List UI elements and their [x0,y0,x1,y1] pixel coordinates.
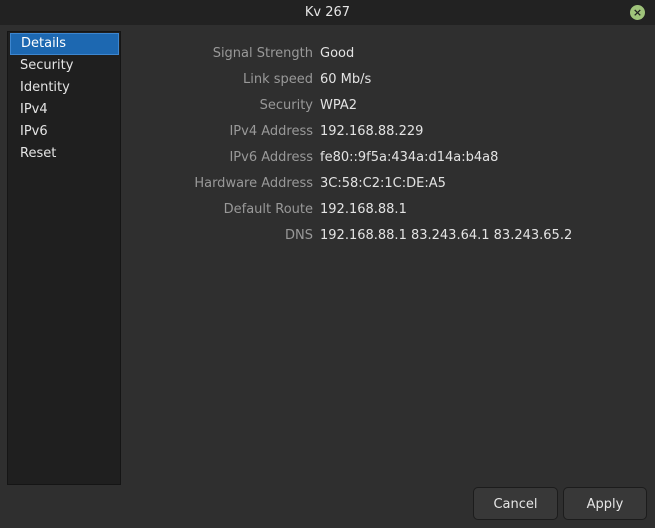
title-bar: Kv 267 × [0,0,655,25]
sidebar-item-ipv4[interactable]: IPv4 [8,99,120,121]
cancel-button[interactable]: Cancel [473,487,558,520]
close-icon[interactable]: × [630,5,645,20]
dns-label: DNS [285,227,313,243]
detail-row-signal-strength: Signal Strength Good [130,40,645,66]
signal-strength-value: Good [320,45,355,61]
link-speed-label: Link speed [242,71,313,87]
sidebar-item-security[interactable]: Security [8,55,120,77]
sidebar-item-reset[interactable]: Reset [8,143,120,165]
settings-sidebar: Details Security Identity IPv4 IPv6 Rese… [7,31,121,485]
hardware-address-value: 3C:58:C2:1C:DE:A5 [320,175,446,191]
hardware-address-label: Hardware Address [194,175,313,191]
window-title: Kv 267 [304,5,351,20]
ipv6-address-value: fe80::9f5a:434a:d14a:b4a8 [320,149,499,165]
security-value: WPA2 [320,97,358,113]
network-settings-dialog: Kv 267 × Details Security Identity IPv4 … [0,0,655,528]
sidebar-item-identity[interactable]: Identity [8,77,120,99]
signal-strength-label: Signal Strength [212,45,313,61]
detail-row-ipv6-address: IPv6 Address fe80::9f5a:434a:d14a:b4a8 [130,144,645,170]
detail-row-ipv4-address: IPv4 Address 192.168.88.229 [130,118,645,144]
ipv4-address-label: IPv4 Address [229,123,313,139]
detail-row-default-route: Default Route 192.168.88.1 [130,196,645,222]
sidebar-item-ipv6[interactable]: IPv6 [8,121,120,143]
security-label: Security [259,97,313,113]
link-speed-value: 60 Mb/s [320,71,372,87]
detail-row-hardware-address: Hardware Address 3C:58:C2:1C:DE:A5 [130,170,645,196]
ipv6-address-label: IPv6 Address [229,149,313,165]
default-route-label: Default Route [223,201,313,217]
ipv4-address-value: 192.168.88.229 [320,123,424,139]
sidebar-item-details[interactable]: Details [10,33,119,55]
dns-value: 192.168.88.1 83.243.64.1 83.243.65.2 [320,227,573,243]
detail-row-security: Security WPA2 [130,92,645,118]
detail-row-dns: DNS 192.168.88.1 83.243.64.1 83.243.65.2 [130,222,645,248]
detail-row-link-speed: Link speed 60 Mb/s [130,66,645,92]
apply-button[interactable]: Apply [563,487,647,520]
default-route-value: 192.168.88.1 [320,201,407,217]
details-panel: Signal Strength Good Link speed 60 Mb/s … [130,40,645,248]
